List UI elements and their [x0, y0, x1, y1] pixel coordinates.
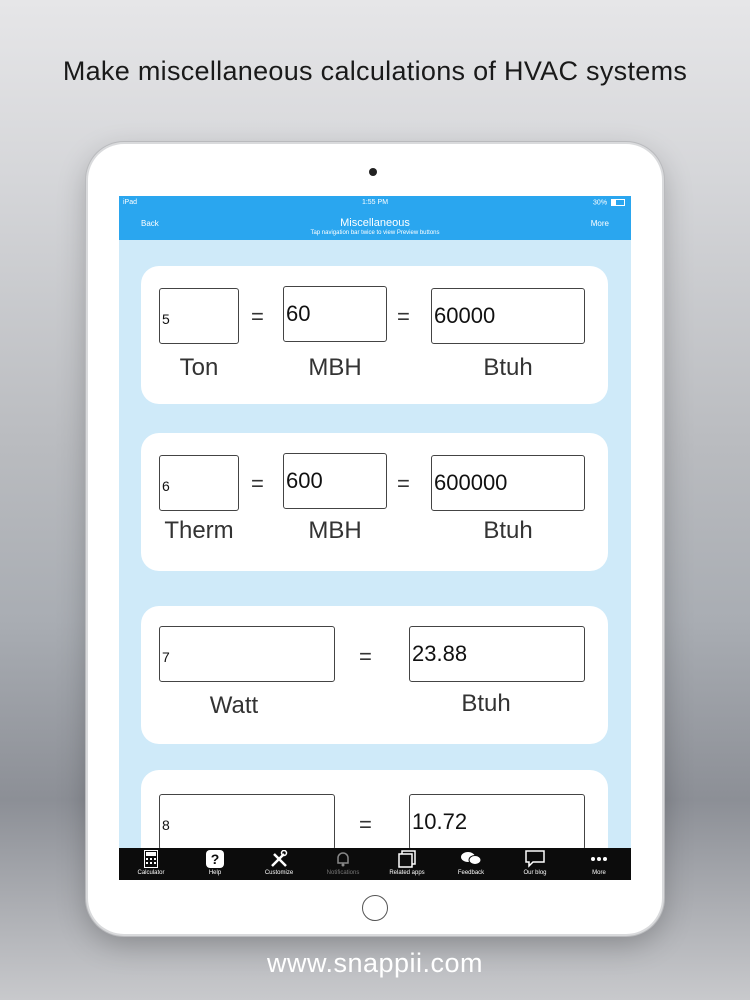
tab-label: Feedback: [457, 870, 485, 876]
therm-input[interactable]: 6: [159, 455, 239, 511]
unit-label: Ton: [179, 354, 219, 381]
speech-bubble-icon: [503, 850, 567, 870]
mbh-input[interactable]: 60: [283, 286, 387, 342]
tab-help[interactable]: ? Help: [183, 848, 247, 880]
status-time: 1:55 PM: [361, 199, 389, 206]
watt-input[interactable]: 7: [159, 626, 335, 682]
unit-label: MBH: [308, 517, 362, 544]
bell-icon: [311, 850, 375, 870]
equals-sign: =: [397, 471, 410, 496]
battery-icon: [611, 199, 625, 206]
unit-label: Therm: [164, 517, 234, 544]
unit-label: Btuh: [483, 517, 533, 544]
tab-label: Customize: [264, 870, 294, 876]
unit-label: Watt: [209, 692, 259, 719]
app-screen: iPad 1:55 PM 30% Back Miscellaneous Tap …: [119, 196, 631, 880]
tab-label: Related apps: [389, 870, 425, 876]
battery-indicator: 30%: [593, 199, 625, 206]
conversion-card-therm: 6 = 600 = 600000 Therm MBH Btuh: [141, 433, 608, 571]
equals-sign: =: [359, 644, 372, 669]
help-icon: ?: [183, 850, 247, 870]
value-output[interactable]: 10.72: [409, 794, 585, 850]
value-input[interactable]: 8: [159, 794, 335, 850]
tab-label: Our blog: [523, 870, 547, 876]
home-button[interactable]: [362, 895, 388, 921]
tab-related-apps[interactable]: Related apps: [375, 848, 439, 880]
navigation-bar[interactable]: Back Miscellaneous Tap navigation bar tw…: [119, 210, 631, 240]
ipad-frame: iPad 1:55 PM 30% Back Miscellaneous Tap …: [88, 144, 662, 934]
btuh-output[interactable]: 60000: [431, 288, 585, 344]
equals-sign: =: [359, 812, 372, 837]
more-button[interactable]: More: [591, 219, 609, 228]
battery-percent: 30%: [593, 199, 608, 207]
more-dots-icon: [567, 850, 631, 870]
btuh-output[interactable]: 23.88: [409, 626, 585, 682]
tab-customize[interactable]: Customize: [247, 848, 311, 880]
tab-feedback[interactable]: Feedback: [439, 848, 503, 880]
equals-sign: =: [397, 304, 410, 329]
unit-label: Btuh: [461, 690, 511, 717]
tab-label: Notifications: [326, 870, 360, 876]
headline: Make miscellaneous calculations of HVAC …: [62, 56, 688, 86]
page-title: Miscellaneous: [340, 217, 410, 229]
chat-icon: [439, 850, 503, 870]
equals-sign: =: [251, 471, 264, 496]
tab-more[interactable]: More: [567, 848, 631, 880]
unit-label: Btuh: [483, 354, 533, 381]
conversion-card-ton: 5 = 60 = 60000 Ton MBH Btuh: [141, 266, 608, 404]
svg-text:?: ?: [211, 851, 220, 867]
ton-input[interactable]: 5: [159, 288, 239, 344]
status-bar: iPad 1:55 PM 30%: [119, 196, 631, 210]
calculator-icon: [119, 850, 183, 870]
tab-notifications[interactable]: Notifications: [311, 848, 375, 880]
btuh-output[interactable]: 600000: [431, 455, 585, 511]
apps-icon: [375, 850, 439, 870]
conversion-card-watt: 7 = 23.88 Watt Btuh: [141, 606, 608, 744]
website-url: www.snappii.com: [266, 948, 484, 978]
page-subtitle: Tap navigation bar twice to view Preview…: [310, 230, 440, 236]
tab-bar: Calculator ? Help Customize Notification…: [119, 848, 631, 880]
tab-label: More: [592, 870, 606, 876]
unit-label: MBH: [308, 354, 362, 381]
tab-our-blog[interactable]: Our blog: [503, 848, 567, 880]
tab-label: Help: [208, 870, 222, 876]
camera: [369, 168, 377, 176]
tab-calculator[interactable]: Calculator: [119, 848, 183, 880]
mbh-input[interactable]: 600: [283, 453, 387, 509]
equals-sign: =: [251, 304, 264, 329]
tools-icon: [247, 849, 311, 870]
tab-label: Calculator: [137, 870, 165, 876]
